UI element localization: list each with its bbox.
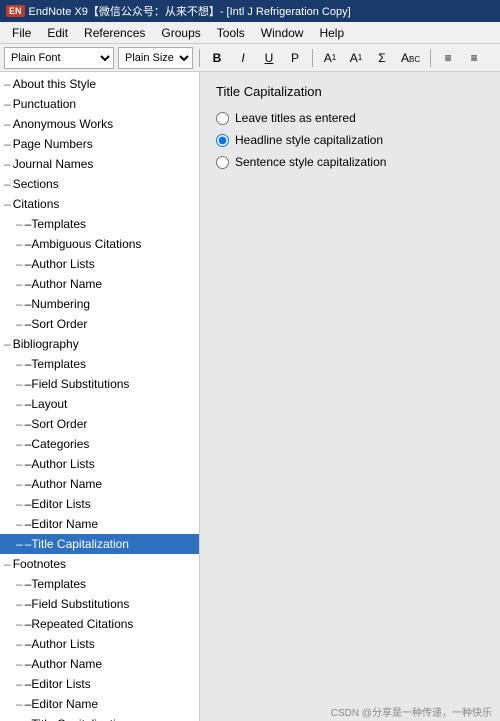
- title-bar-text: EndNote X9【微信公众号：从来不想】- [Intl J Refriger…: [29, 3, 351, 19]
- title-bar: EN EndNote X9【微信公众号：从来不想】- [Intl J Refri…: [0, 0, 500, 22]
- en-logo: EN: [6, 5, 25, 17]
- toolbar-separator-2: [312, 49, 313, 67]
- tree-journal-names[interactable]: Journal Names: [0, 154, 199, 174]
- sigma-button[interactable]: Σ: [371, 47, 393, 69]
- align-left-button[interactable]: ≡: [437, 47, 459, 69]
- tree-biblio-templates[interactable]: –Templates: [0, 354, 199, 374]
- tree-biblio-author-name[interactable]: –Author Name: [0, 474, 199, 494]
- size-select[interactable]: Plain Size: [118, 47, 193, 69]
- tree-about-style[interactable]: About this Style: [0, 74, 199, 94]
- tree-footnotes-editor-lists[interactable]: –Editor Lists: [0, 674, 199, 694]
- radio-sentence[interactable]: [216, 156, 229, 169]
- radio-group-title-cap: Leave titles as entered Headline style c…: [216, 111, 484, 169]
- tree-footnotes-editor-name[interactable]: –Editor Name: [0, 694, 199, 714]
- tree-biblio-categories[interactable]: –Categories: [0, 434, 199, 454]
- tree-biblio-sort-order[interactable]: –Sort Order: [0, 414, 199, 434]
- italic-button[interactable]: I: [232, 47, 254, 69]
- option-leave[interactable]: Leave titles as entered: [216, 111, 484, 125]
- tree-biblio-author-lists[interactable]: –Author Lists: [0, 454, 199, 474]
- option-headline-label: Headline style capitalization: [235, 133, 383, 147]
- panel-title: Title Capitalization: [216, 84, 484, 99]
- plain-button[interactable]: P: [284, 47, 306, 69]
- tree-footnotes-templates[interactable]: –Templates: [0, 574, 199, 594]
- menu-edit[interactable]: Edit: [39, 24, 76, 42]
- menu-file[interactable]: File: [4, 24, 39, 42]
- radio-leave[interactable]: [216, 112, 229, 125]
- smallcaps-button[interactable]: Abc: [397, 47, 424, 69]
- tree-footnotes-repeated[interactable]: –Repeated Citations: [0, 614, 199, 634]
- radio-headline[interactable]: [216, 134, 229, 147]
- tree-punctuation[interactable]: Punctuation: [0, 94, 199, 114]
- tree-citations-numbering[interactable]: –Numbering: [0, 294, 199, 314]
- tree-footnotes-field-subs[interactable]: –Field Substitutions: [0, 594, 199, 614]
- menu-bar: File Edit References Groups Tools Window…: [0, 22, 500, 44]
- tree-biblio-editor-lists[interactable]: –Editor Lists: [0, 494, 199, 514]
- tree-sections[interactable]: Sections: [0, 174, 199, 194]
- bold-button[interactable]: B: [206, 47, 228, 69]
- tree-ambiguous-citations[interactable]: –Ambiguous Citations: [0, 234, 199, 254]
- toolbar: Plain Font Plain Size B I U P A1 A1 Σ Ab…: [0, 44, 500, 72]
- toolbar-separator-3: [430, 49, 431, 67]
- superscript-button[interactable]: A1: [319, 47, 341, 69]
- menu-references[interactable]: References: [76, 24, 153, 42]
- tree-page-numbers[interactable]: Page Numbers: [0, 134, 199, 154]
- tree-biblio-editor-name[interactable]: –Editor Name: [0, 514, 199, 534]
- tree-biblio-title-cap[interactable]: –Title Capitalization: [0, 534, 199, 554]
- tree-biblio-layout[interactable]: –Layout: [0, 394, 199, 414]
- tree-citations-templates[interactable]: –Templates: [0, 214, 199, 234]
- option-headline[interactable]: Headline style capitalization: [216, 133, 484, 147]
- tree-footnotes-title-cap[interactable]: –Title Capitalization: [0, 714, 199, 721]
- menu-groups[interactable]: Groups: [153, 24, 208, 42]
- option-sentence[interactable]: Sentence style capitalization: [216, 155, 484, 169]
- option-leave-label: Leave titles as entered: [235, 111, 356, 125]
- option-sentence-label: Sentence style capitalization: [235, 155, 386, 169]
- underline-button[interactable]: U: [258, 47, 280, 69]
- tree-footnotes-author-name[interactable]: –Author Name: [0, 654, 199, 674]
- main-content: About this Style Punctuation Anonymous W…: [0, 72, 500, 721]
- tree-citations-author-name[interactable]: –Author Name: [0, 274, 199, 294]
- tree-biblio-field-substitutions[interactable]: –Field Substitutions: [0, 374, 199, 394]
- watermark: CSDN @分享是一种传递，一种快乐: [331, 704, 492, 719]
- subscript-button[interactable]: A1: [345, 47, 367, 69]
- toolbar-separator-1: [199, 49, 200, 67]
- font-select[interactable]: Plain Font: [4, 47, 114, 69]
- menu-tools[interactable]: Tools: [209, 24, 253, 42]
- tree-footnotes-author-lists[interactable]: –Author Lists: [0, 634, 199, 654]
- tree-citations-group[interactable]: Citations: [0, 194, 199, 214]
- left-panel: About this Style Punctuation Anonymous W…: [0, 72, 200, 721]
- menu-help[interactable]: Help: [311, 24, 352, 42]
- tree-citations-author-lists[interactable]: –Author Lists: [0, 254, 199, 274]
- tree-footnotes-group[interactable]: Footnotes: [0, 554, 199, 574]
- tree-citations-sort-order[interactable]: –Sort Order: [0, 314, 199, 334]
- align-right-button[interactable]: ≡: [463, 47, 485, 69]
- menu-window[interactable]: Window: [253, 24, 312, 42]
- right-panel: Title Capitalization Leave titles as ent…: [200, 72, 500, 721]
- tree-bibliography-group[interactable]: Bibliography: [0, 334, 199, 354]
- tree-anonymous-works[interactable]: Anonymous Works: [0, 114, 199, 134]
